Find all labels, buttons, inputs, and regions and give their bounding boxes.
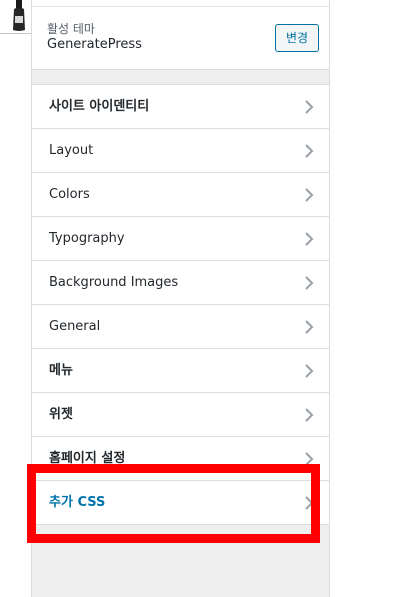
section-item-label: 홈페이지 설정 bbox=[49, 451, 126, 466]
section-item-label: General bbox=[49, 319, 101, 334]
chevron-right-icon bbox=[305, 408, 314, 422]
active-theme-section: 활성 테마 GeneratePress 변경 bbox=[32, 0, 329, 70]
section-item-label: 위젯 bbox=[49, 407, 73, 422]
section-item-8[interactable]: 홈페이지 설정 bbox=[32, 437, 329, 481]
site-preview-strip bbox=[0, 0, 31, 597]
section-item-7[interactable]: 위젯 bbox=[32, 393, 329, 437]
section-item-label: Background Images bbox=[49, 275, 179, 290]
product-thumbnail bbox=[13, 0, 25, 31]
section-item-2[interactable]: Colors bbox=[32, 173, 329, 217]
chevron-right-icon bbox=[305, 188, 314, 202]
section-item-4[interactable]: Background Images bbox=[32, 261, 329, 305]
active-theme-label: 활성 테마 bbox=[47, 22, 95, 36]
preview-divider bbox=[0, 33, 31, 34]
section-item-label: 사이트 아이덴티티 bbox=[49, 99, 150, 114]
chevron-right-icon bbox=[305, 100, 314, 114]
section-item-label: Typography bbox=[49, 231, 125, 246]
chevron-right-icon bbox=[305, 496, 314, 510]
section-item-5[interactable]: General bbox=[32, 305, 329, 349]
section-item-3[interactable]: Typography bbox=[32, 217, 329, 261]
section-item-label: 메뉴 bbox=[49, 363, 73, 378]
section-item-1[interactable]: Layout bbox=[32, 129, 329, 173]
chevron-right-icon bbox=[305, 144, 314, 158]
chevron-right-icon bbox=[305, 276, 314, 290]
section-item-label: 추가 CSS bbox=[49, 495, 106, 510]
section-item-9[interactable]: 추가 CSS bbox=[32, 481, 329, 525]
customizer-panel: 활성 테마 GeneratePress 변경 사이트 아이덴티티 Layout Co… bbox=[31, 0, 330, 597]
panel-header-divider bbox=[32, 0, 329, 7]
change-theme-button[interactable]: 변경 bbox=[275, 24, 319, 52]
section-item-0[interactable]: 사이트 아이덴티티 bbox=[32, 85, 329, 129]
section-item-6[interactable]: 메뉴 bbox=[32, 349, 329, 393]
section-item-label: Colors bbox=[49, 187, 90, 202]
chevron-right-icon bbox=[305, 364, 314, 378]
chevron-right-icon bbox=[305, 320, 314, 334]
customizer-sections-list: 사이트 아이덴티티 Layout Colors Typography Backgroun… bbox=[32, 84, 329, 525]
chevron-right-icon bbox=[305, 232, 314, 246]
chevron-right-icon bbox=[305, 452, 314, 466]
active-theme-name: GeneratePress bbox=[47, 37, 142, 52]
section-item-label: Layout bbox=[49, 143, 94, 158]
